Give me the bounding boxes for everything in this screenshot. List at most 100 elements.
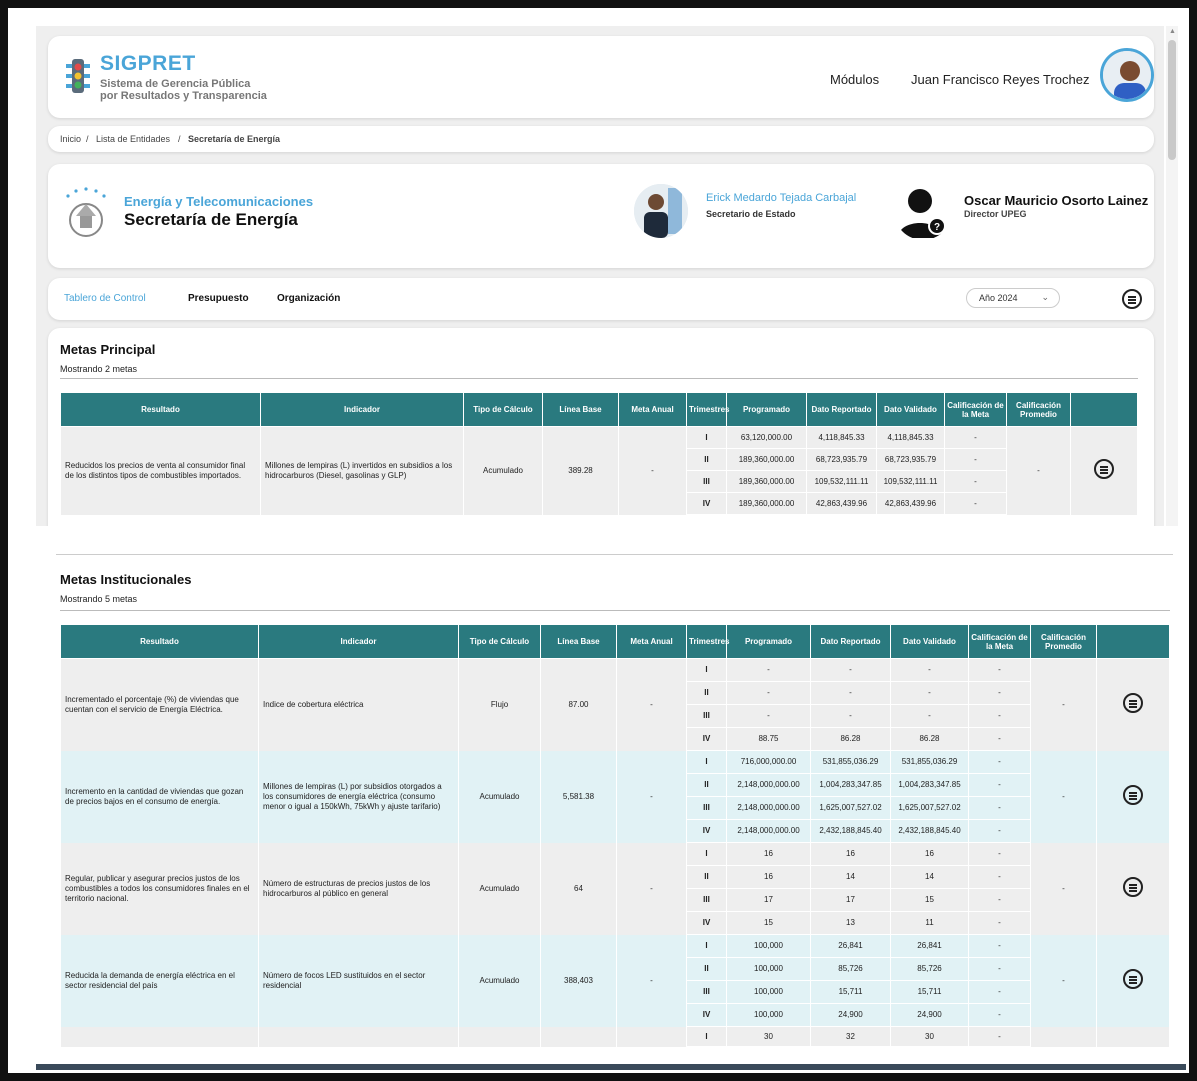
row-options-menu-icon[interactable] bbox=[1123, 693, 1143, 714]
dato-validado-cell: 42,863,439.96 bbox=[876, 492, 945, 515]
taskbar bbox=[36, 1064, 1186, 1070]
user-name[interactable]: Juan Francisco Reyes Trochez bbox=[911, 72, 1089, 87]
meta-anual-cell: - bbox=[616, 934, 687, 1027]
row-options-menu-icon[interactable] bbox=[1094, 459, 1114, 480]
dato-reportado-cell: 16 bbox=[810, 842, 891, 866]
scrollbar[interactable]: ▲ bbox=[1166, 26, 1178, 526]
row-options-menu-icon[interactable] bbox=[1123, 969, 1143, 989]
official-photo-secretario bbox=[634, 184, 688, 238]
dato-validado-cell: - bbox=[890, 658, 969, 682]
user-avatar[interactable] bbox=[1100, 48, 1154, 102]
tipo-calculo-cell: Acumulado bbox=[463, 426, 543, 515]
programado-cell: 15 bbox=[726, 911, 811, 935]
column-header: Programado bbox=[726, 624, 811, 659]
calificacion-promedio-cell bbox=[1030, 1026, 1097, 1047]
column-header: Dato Validado bbox=[876, 392, 945, 427]
calificacion-promedio-cell: - bbox=[1030, 750, 1097, 843]
row-actions-cell bbox=[1096, 1026, 1170, 1047]
dato-validado-cell: 85,726 bbox=[890, 957, 969, 981]
dato-validado-cell: 1,004,283,347.85 bbox=[890, 773, 969, 797]
calificacion-meta-cell: - bbox=[968, 681, 1031, 705]
row-actions-cell bbox=[1070, 426, 1138, 515]
meta-anual-cell: - bbox=[616, 658, 687, 751]
trimestre-cell: II bbox=[686, 865, 727, 889]
tab-tablero-de-control[interactable]: Tablero de Control bbox=[64, 293, 146, 304]
row-options-menu-icon[interactable] bbox=[1123, 877, 1143, 897]
dato-reportado-cell: 24,900 bbox=[810, 1003, 891, 1027]
dato-validado-cell: 14 bbox=[890, 865, 969, 889]
scrollbar-thumb[interactable] bbox=[1168, 40, 1176, 160]
official-b-role: Director UPEG bbox=[964, 209, 1027, 219]
calificacion-meta-cell: - bbox=[968, 1003, 1031, 1027]
dato-reportado-cell: - bbox=[810, 704, 891, 728]
programado-cell: 100,000 bbox=[726, 957, 811, 981]
trimestre-cell: IV bbox=[686, 1003, 727, 1027]
breadcrumb-current: Secretaría de Energía bbox=[188, 134, 281, 144]
trimestre-cell: IV bbox=[686, 819, 727, 843]
programado-cell: 2,148,000,000.00 bbox=[726, 796, 811, 820]
year-select[interactable]: Año 2024 ⌄ bbox=[966, 288, 1060, 308]
entity-card: Energía y Telecomunicaciones Secretaría … bbox=[48, 164, 1154, 268]
programado-cell: 16 bbox=[726, 865, 811, 889]
metas-institucionales-count: Mostrando 5 metas bbox=[60, 594, 138, 604]
dato-reportado-cell: 109,532,111.11 bbox=[806, 470, 877, 493]
metas-principal-title: Metas Principal bbox=[60, 342, 156, 357]
metas-principal-table: Resultado Indicador Tipo de Cálculo Línea B… bbox=[60, 392, 1138, 515]
metas-institucionales-table: Resultado Indicador Tipo de Cálculo Línea B… bbox=[60, 624, 1170, 1047]
traffic-light-icon bbox=[66, 59, 90, 93]
column-header: Indicador bbox=[258, 624, 459, 659]
tab-presupuesto[interactable]: Presupuesto bbox=[188, 293, 249, 304]
programado-cell: 30 bbox=[726, 1026, 811, 1047]
trimestre-cell: I bbox=[686, 934, 727, 958]
calificacion-meta-cell: - bbox=[968, 888, 1031, 912]
indicador-cell: Número de focos LED sustituidos en el se… bbox=[258, 934, 459, 1027]
trimestre-cell: I bbox=[686, 1026, 727, 1047]
divider bbox=[56, 554, 1173, 555]
trimestre-cell: III bbox=[686, 980, 727, 1004]
column-header: Calificación de la Meta bbox=[968, 624, 1031, 659]
modulos-menu[interactable]: Módulos bbox=[830, 72, 879, 87]
app-subtitle-line1: Sistema de Gerencia Pública bbox=[100, 78, 251, 90]
dato-validado-cell: 531,855,036.29 bbox=[890, 750, 969, 774]
calificacion-meta-cell: - bbox=[968, 911, 1031, 935]
programado-cell: 2,148,000,000.00 bbox=[726, 819, 811, 843]
calificacion-meta-cell: - bbox=[944, 492, 1007, 515]
tipo-calculo-cell: Acumulado bbox=[458, 934, 541, 1027]
calificacion-meta-cell: - bbox=[968, 934, 1031, 958]
dato-reportado-cell: 32 bbox=[810, 1026, 891, 1047]
calificacion-meta-cell: - bbox=[968, 957, 1031, 981]
tipo-calculo-cell bbox=[458, 1026, 541, 1047]
trimestre-cell: IV bbox=[686, 911, 727, 935]
column-header: Calificación de la Meta bbox=[944, 392, 1007, 427]
resultado-cell: Reducida la demanda de energía eléctrica… bbox=[60, 934, 259, 1027]
breadcrumb-separator: / bbox=[178, 134, 181, 144]
trimestre-cell: I bbox=[686, 842, 727, 866]
scroll-up-icon[interactable]: ▲ bbox=[1169, 28, 1176, 35]
resultado-cell bbox=[60, 1026, 259, 1047]
column-header: Resultado bbox=[60, 392, 261, 427]
calificacion-meta-cell: - bbox=[968, 796, 1031, 820]
programado-cell: 100,000 bbox=[726, 1003, 811, 1027]
dato-reportado-cell: 1,625,007,527.02 bbox=[810, 796, 891, 820]
table-row: Reducida la demanda de energía eléctrica… bbox=[60, 934, 1170, 1027]
lower-viewport: Metas Institucionales Mostrando 5 metas … bbox=[36, 556, 1174, 1066]
dato-validado-cell: - bbox=[890, 704, 969, 728]
row-options-menu-icon[interactable] bbox=[1123, 785, 1143, 805]
tab-organizacion[interactable]: Organización bbox=[277, 293, 340, 304]
programado-cell: 17 bbox=[726, 888, 811, 912]
upper-viewport: SIGPRET Sistema de Gerencia Pública por … bbox=[36, 26, 1164, 526]
programado-cell: 2,148,000,000.00 bbox=[726, 773, 811, 797]
app-title[interactable]: SIGPRET bbox=[100, 52, 196, 76]
programado-cell: 189,360,000.00 bbox=[726, 470, 807, 493]
metas-principal-count: Mostrando 2 metas bbox=[60, 364, 138, 374]
calificacion-promedio-cell: - bbox=[1030, 658, 1097, 751]
indicador-cell bbox=[258, 1026, 459, 1047]
options-menu-icon[interactable] bbox=[1122, 289, 1142, 309]
meta-anual-cell: - bbox=[616, 750, 687, 843]
resultado-cell: Incrementado el porcentaje (%) de vivien… bbox=[60, 658, 259, 751]
dato-validado-cell: - bbox=[890, 681, 969, 705]
programado-cell: 100,000 bbox=[726, 934, 811, 958]
breadcrumb-inicio[interactable]: Inicio bbox=[60, 134, 81, 144]
breadcrumb-lista-entidades[interactable]: Lista de Entidades bbox=[96, 134, 170, 144]
entity-name: Secretaría de Energía bbox=[124, 210, 298, 229]
